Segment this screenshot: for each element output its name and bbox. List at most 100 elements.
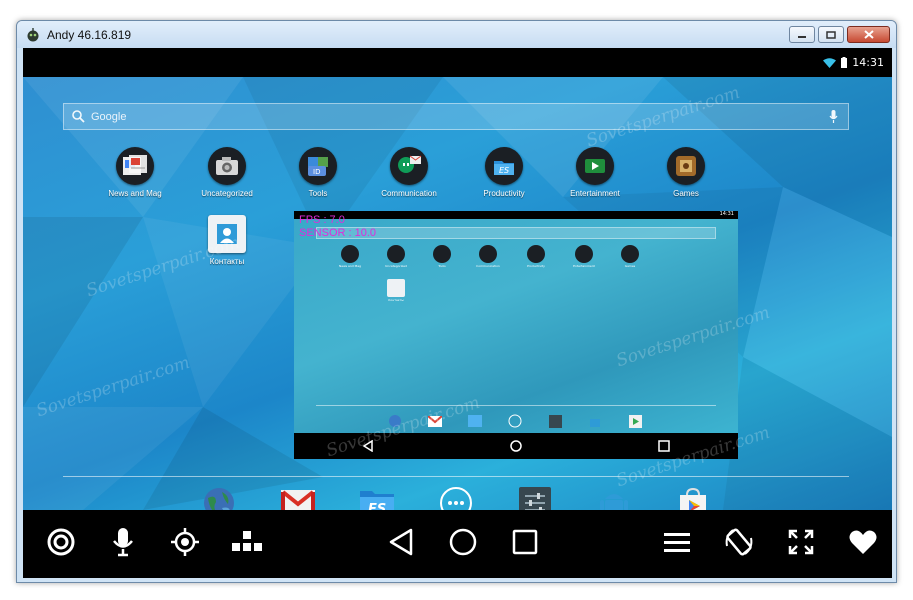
dock-android[interactable] bbox=[596, 485, 632, 510]
andy-emulator-window: Andy 46.16.819 14:31 Google News and Mag… bbox=[16, 20, 897, 583]
preview-dock-settings bbox=[546, 412, 564, 430]
preview-dock-divider bbox=[316, 405, 716, 406]
home-button[interactable] bbox=[441, 520, 485, 564]
preview-home: News and Mag Uncategorized Tools Communi… bbox=[294, 219, 738, 433]
preview-app: Communication bbox=[468, 245, 508, 268]
status-clock: 14:31 bbox=[852, 56, 884, 69]
svg-text:ID: ID bbox=[313, 168, 320, 176]
app-uncategorized[interactable]: Uncategorized bbox=[187, 147, 267, 198]
google-search-bar[interactable] bbox=[63, 103, 849, 130]
keymapping-button[interactable] bbox=[225, 520, 269, 564]
app-news-and-mag[interactable]: News and Mag bbox=[95, 147, 175, 198]
settings-icon bbox=[519, 487, 551, 510]
menu-button[interactable] bbox=[655, 520, 699, 564]
camera-icon bbox=[208, 147, 246, 185]
preview-app: News and Mag bbox=[330, 245, 370, 268]
preview-app: Uncategorized bbox=[376, 245, 416, 268]
battery-icon bbox=[841, 57, 848, 68]
mic-icon[interactable] bbox=[829, 110, 838, 124]
newspaper-icon bbox=[116, 147, 154, 185]
sensor-readout: SENSOR : 10.0 bbox=[299, 227, 377, 239]
window-title: Andy 46.16.819 bbox=[47, 27, 132, 42]
preview-status-bar: 14:31 bbox=[294, 211, 738, 219]
preview-app: Entertainment bbox=[564, 245, 604, 268]
games-icon bbox=[667, 147, 705, 185]
fullscreen-button[interactable] bbox=[779, 520, 823, 564]
dock-es-file-explorer[interactable]: ES bbox=[359, 485, 395, 510]
app-communication[interactable]: Communication bbox=[369, 147, 449, 198]
dock-divider bbox=[63, 476, 849, 477]
app-label: News and Mag bbox=[108, 189, 162, 198]
preview-app: Productivity bbox=[516, 245, 556, 268]
preview-app: Tools bbox=[422, 245, 462, 268]
location-button[interactable] bbox=[163, 520, 207, 564]
hangouts-icon bbox=[390, 147, 428, 185]
rotate-screen-icon bbox=[725, 528, 753, 556]
wifi-icon bbox=[823, 57, 837, 68]
video-icon bbox=[576, 147, 614, 185]
andy-logo-icon bbox=[27, 27, 39, 41]
minimize-button[interactable] bbox=[789, 26, 815, 43]
dock-app-drawer[interactable] bbox=[438, 485, 474, 510]
app-label: Entertainment bbox=[570, 189, 620, 198]
favorite-button[interactable] bbox=[841, 520, 885, 564]
preview-home-icon bbox=[508, 438, 524, 454]
rotate-button[interactable] bbox=[717, 520, 761, 564]
screenshot-button[interactable] bbox=[39, 520, 83, 564]
preview-app: Контакты bbox=[376, 279, 416, 302]
back-icon bbox=[389, 528, 413, 556]
microphone-icon bbox=[113, 528, 133, 557]
keyboard-keys-icon bbox=[232, 531, 262, 551]
gps-crosshair-icon bbox=[171, 528, 199, 556]
back-button[interactable] bbox=[379, 520, 423, 564]
preview-dock-android bbox=[586, 412, 604, 430]
app-productivity[interactable]: ES Productivity bbox=[464, 147, 544, 198]
app-label: Communication bbox=[381, 189, 437, 198]
play-store-icon bbox=[680, 487, 706, 510]
microphone-button[interactable] bbox=[101, 520, 145, 564]
andy-control-bar bbox=[23, 510, 892, 578]
app-label: Games bbox=[673, 189, 699, 198]
app-tools[interactable]: ID Tools bbox=[278, 147, 358, 198]
home-screen[interactable]: News and Mag Uncategorized ID Tools Comm… bbox=[23, 77, 892, 510]
preview-clock: 14:31 bbox=[719, 211, 734, 217]
tools-icon: ID bbox=[299, 147, 337, 185]
fps-readout: FPS : 7.0 bbox=[299, 214, 345, 226]
preview-dock-globe bbox=[386, 412, 404, 430]
preview-dock-es bbox=[466, 412, 484, 430]
dock-browser[interactable] bbox=[201, 485, 237, 510]
gmail-icon bbox=[281, 490, 315, 510]
app-label: Tools bbox=[308, 189, 328, 198]
fullscreen-icon bbox=[788, 529, 814, 555]
dock-settings[interactable] bbox=[517, 485, 553, 510]
preview-back-icon bbox=[360, 438, 376, 454]
android-screen[interactable]: 14:31 Google News and Mag Uncategorized … bbox=[23, 48, 892, 578]
android-icon bbox=[600, 494, 628, 510]
maximize-button[interactable] bbox=[818, 26, 844, 43]
camera-lens-icon bbox=[47, 528, 75, 556]
screen-preview: 14:31 News and Mag Uncategorized Tools C… bbox=[294, 211, 738, 459]
app-contacts[interactable]: Контакты bbox=[187, 215, 267, 266]
app-entertainment[interactable]: Entertainment bbox=[555, 147, 635, 198]
app-games[interactable]: Games bbox=[646, 147, 726, 198]
home-icon bbox=[449, 528, 477, 556]
dock-play-store[interactable] bbox=[675, 485, 711, 510]
status-bar: 14:31 bbox=[23, 48, 892, 77]
preview-nav-bar bbox=[294, 433, 738, 459]
es-file-explorer-icon: ES bbox=[485, 147, 523, 185]
minimize-icon bbox=[798, 35, 806, 38]
preview-app: Games bbox=[610, 245, 650, 268]
preview-dock-drawer bbox=[506, 412, 524, 430]
preview-dock-play bbox=[626, 412, 644, 430]
close-button[interactable] bbox=[847, 26, 890, 43]
dock-gmail[interactable] bbox=[280, 485, 316, 510]
maximize-icon bbox=[826, 30, 836, 39]
search-input[interactable] bbox=[91, 110, 791, 123]
heart-icon bbox=[849, 530, 877, 554]
preview-recents-icon bbox=[656, 438, 672, 454]
app-drawer-icon bbox=[440, 487, 472, 510]
recents-button[interactable] bbox=[503, 520, 547, 564]
title-bar[interactable]: Andy 46.16.819 bbox=[17, 21, 896, 48]
app-label: Uncategorized bbox=[201, 189, 253, 198]
svg-text:ES: ES bbox=[368, 502, 386, 510]
